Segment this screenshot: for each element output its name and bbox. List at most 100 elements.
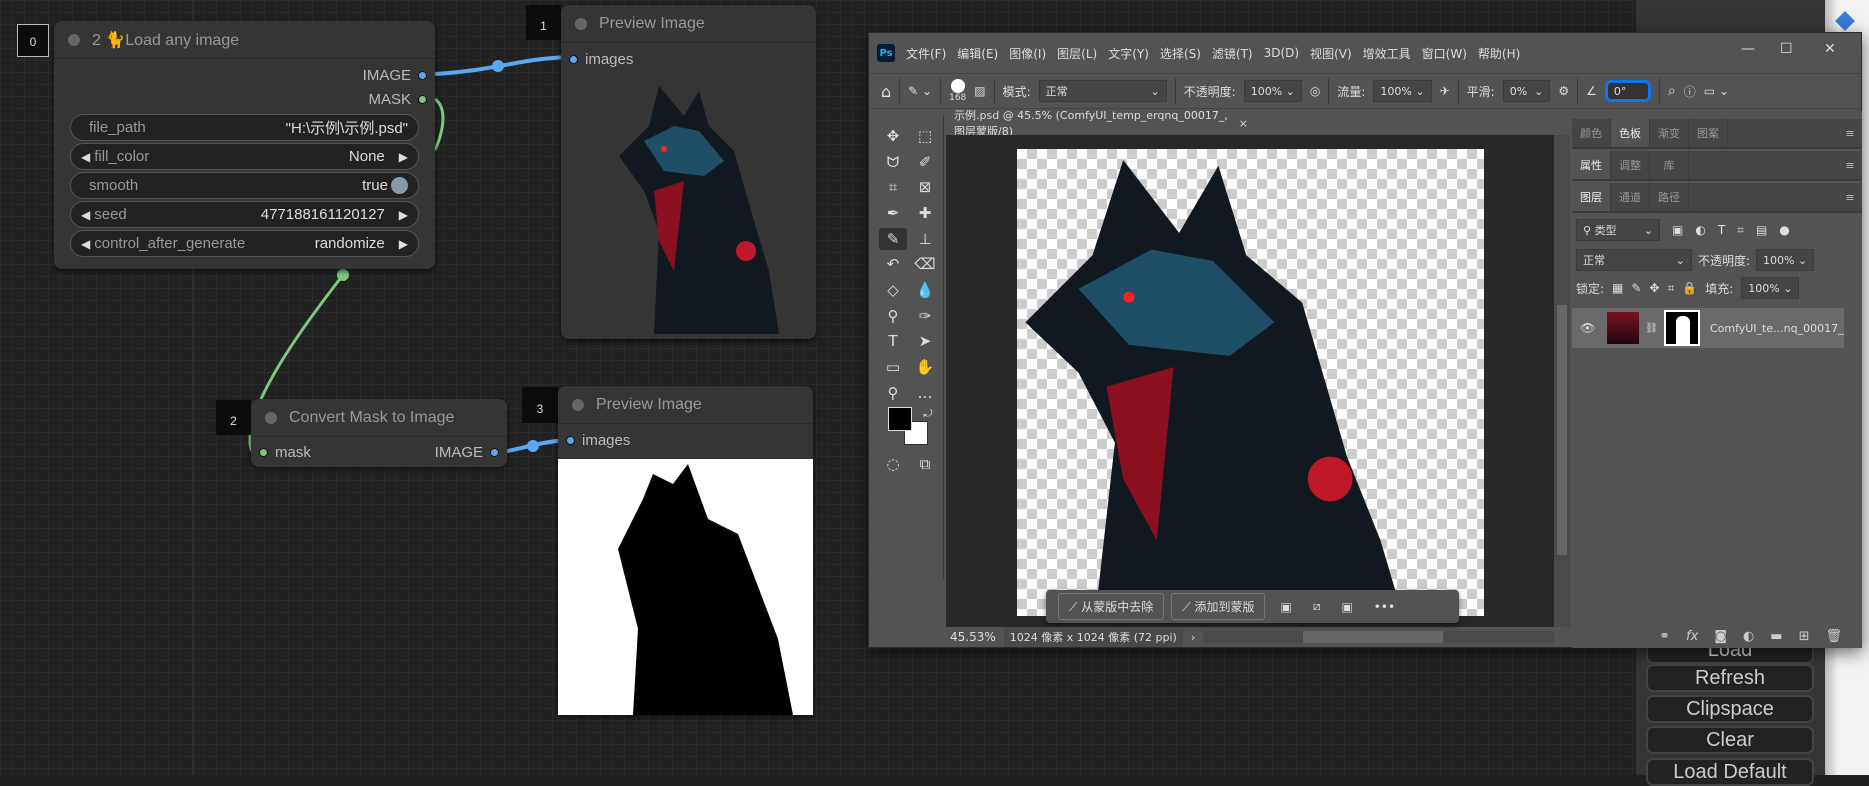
foreground-color-swatch[interactable] — [888, 407, 912, 431]
type-tool-icon[interactable]: T — [879, 330, 907, 352]
workspace-icon[interactable]: ▭ ⌄ — [1704, 84, 1729, 98]
maximize-icon[interactable]: ☐ — [1780, 41, 1793, 57]
menu-view[interactable]: 视图(V) — [1310, 45, 1352, 62]
toggle-knob[interactable] — [391, 177, 408, 194]
seed-widget[interactable]: ◀ seed 477188161120127 ▶ — [70, 201, 419, 228]
document-canvas[interactable]: ⟋ 从蒙版中去除 ⟋ 添加到蒙版 ▣ ⧄ ▣ ••• — [946, 135, 1554, 627]
load-default-button[interactable]: Load Default — [1646, 758, 1814, 786]
control-after-generate-widget[interactable]: ◀ control_after_generate randomize ▶ — [70, 230, 419, 257]
more-options-icon[interactable]: ••• — [1374, 600, 1395, 614]
new-group-icon[interactable]: ▬ — [1770, 629, 1782, 644]
preview-image-node-3[interactable]: Preview Image images — [558, 386, 813, 715]
more-tools-icon[interactable]: … — [911, 382, 939, 404]
home-icon[interactable]: ⌂ — [881, 82, 891, 101]
blend-mode-select[interactable]: 正常 ⌄ — [1576, 249, 1692, 271]
add-to-mask-button[interactable]: ⟋ 添加到蒙版 — [1171, 593, 1266, 620]
layer-style-fx-icon[interactable]: fx — [1686, 629, 1698, 644]
layer-row[interactable]: 👁 ⛓ ComfyUI_te...nq_00017_ — [1572, 308, 1844, 348]
photoshop-window[interactable]: Ps 文件(F) 编辑(E) 图像(I) 图层(L) 文字(Y) 选择(S) 滤… — [868, 32, 1862, 648]
brush-tool-icon[interactable]: ✎ — [879, 228, 907, 250]
opacity-input[interactable]: 100% ⌄ — [1243, 80, 1302, 102]
menu-file[interactable]: 文件(F) — [906, 45, 946, 62]
smoothing-settings-gear-icon[interactable]: ⚙ — [1558, 84, 1569, 98]
refresh-button[interactable]: Refresh — [1646, 664, 1814, 692]
tab-color[interactable]: 颜色 — [1572, 119, 1611, 147]
lock-image-icon[interactable]: ✎ — [1631, 281, 1641, 295]
tab-gradients[interactable]: 渐变 — [1650, 119, 1689, 147]
layer-opacity-input[interactable]: 100% ⌄ — [1756, 249, 1815, 271]
layer-mask-thumbnail[interactable] — [1663, 310, 1700, 346]
history-brush-tool-icon[interactable]: ↶ — [879, 253, 907, 275]
tab-patterns[interactable]: 图案 — [1689, 119, 1728, 147]
tab-adjustments[interactable]: 调整 — [1611, 151, 1650, 179]
flow-input[interactable]: 100% ⌄ — [1373, 80, 1432, 102]
increment-arrow-icon[interactable]: ▶ — [399, 208, 408, 222]
link-icon[interactable]: ⛓ — [1645, 323, 1658, 334]
fill-input[interactable]: 100% ⌄ — [1741, 277, 1800, 299]
decrement-arrow-icon[interactable]: ◀ — [81, 237, 90, 251]
tab-paths[interactable]: 路径 — [1650, 183, 1689, 211]
mask-properties-icon[interactable]: ▣ — [1280, 600, 1291, 614]
rectangle-tool-icon[interactable]: ▭ — [879, 356, 907, 378]
lock-transparent-icon[interactable]: ▦ — [1612, 281, 1623, 295]
lock-all-icon[interactable]: 🔒 — [1682, 281, 1697, 295]
crop-tool-icon[interactable]: ⌗ — [879, 176, 907, 198]
filter-shape-icon[interactable]: ⌗ — [1737, 223, 1744, 238]
mode-select[interactable]: 正常 ⌄ — [1038, 80, 1167, 102]
disable-mask-icon[interactable]: ⧄ — [1313, 599, 1321, 614]
move-tool-icon[interactable]: ✥ — [879, 125, 907, 147]
filter-smart-object-icon[interactable]: ▤ — [1756, 223, 1767, 237]
invert-mask-icon[interactable]: ▣ — [1341, 600, 1352, 614]
file-path-widget[interactable]: file_path "H:\示例\示例.psd" — [70, 114, 419, 141]
menu-filter[interactable]: 滤镜(T) — [1212, 45, 1253, 62]
visibility-eye-icon[interactable]: 👁 — [1580, 321, 1595, 335]
quick-selection-tool-icon[interactable]: ✐ — [911, 151, 939, 173]
menu-help[interactable]: 帮助(H) — [1478, 45, 1520, 62]
swap-colors-icon[interactable]: ⤾ — [914, 403, 942, 425]
close-tab-icon[interactable]: × — [1239, 117, 1248, 130]
menu-image[interactable]: 图像(I) — [1009, 45, 1046, 62]
menu-window[interactable]: 窗口(W) — [1422, 45, 1467, 62]
healing-brush-tool-icon[interactable]: ✚ — [911, 202, 939, 224]
zoom-tool-icon[interactable]: ⚲ — [879, 382, 907, 404]
preview-image-node-1[interactable]: Preview Image images — [561, 5, 816, 339]
fill-color-widget[interactable]: ◀ fill_color None ▶ — [70, 143, 419, 170]
filter-adjustment-icon[interactable]: ◐ — [1695, 223, 1705, 237]
tab-channels[interactable]: 通道 — [1611, 183, 1650, 211]
filter-type-icon[interactable]: T — [1718, 223, 1725, 237]
output-mask-slot[interactable] — [418, 95, 427, 104]
input-mask-slot[interactable] — [259, 448, 268, 457]
smoothing-input[interactable]: 0% ⌄ — [1502, 80, 1551, 102]
brush-settings-icon[interactable]: ▨ — [974, 84, 985, 98]
eyedropper-tool-icon[interactable]: ✒ — [879, 202, 907, 224]
decrement-arrow-icon[interactable]: ◀ — [81, 150, 90, 164]
screen-mode-icon[interactable]: ⧉ — [911, 453, 939, 475]
collapse-dot[interactable] — [68, 33, 80, 46]
eraser-tool-icon[interactable]: ⌫ — [911, 253, 939, 275]
zoom-level[interactable]: 45.53% — [950, 630, 996, 644]
menu-edit[interactable]: 编辑(E) — [957, 45, 998, 62]
new-layer-icon[interactable]: ⊞ — [1799, 629, 1810, 644]
menu-plugins[interactable]: 增效工具 — [1363, 45, 1411, 62]
clone-stamp-tool-icon[interactable]: ⊥ — [911, 228, 939, 250]
brush-tool-icon[interactable]: ✎ ⌄ — [908, 84, 932, 98]
link-layers-icon[interactable]: ⚭ — [1659, 629, 1670, 644]
pen-tool-icon[interactable]: ✑ — [911, 305, 939, 327]
paint-bucket-tool-icon[interactable]: ◇ — [879, 279, 907, 301]
search-icon[interactable]: ⌕ — [1668, 83, 1676, 99]
frame-tool-icon[interactable]: ⊠ — [911, 176, 939, 198]
output-image-slot[interactable] — [418, 71, 427, 80]
pressure-opacity-icon[interactable]: ◎ — [1310, 84, 1320, 98]
layer-filter-select[interactable]: ⚲ 类型 ⌄ — [1576, 219, 1660, 241]
panel-menu-icon[interactable]: ≡ — [1838, 183, 1862, 211]
clipspace-button[interactable]: Clipspace — [1646, 695, 1814, 723]
hand-tool-icon[interactable]: ✋ — [911, 356, 939, 378]
panel-menu-icon[interactable]: ≡ — [1838, 119, 1862, 147]
smooth-toggle-widget[interactable]: smooth true — [70, 172, 419, 199]
clear-button[interactable]: Clear — [1646, 726, 1814, 754]
add-mask-icon[interactable]: ◙ — [1714, 629, 1727, 644]
path-selection-tool-icon[interactable]: ➤ — [911, 330, 939, 352]
menu-type[interactable]: 文字(Y) — [1108, 45, 1149, 62]
document-tab[interactable]: 示例.psd @ 45.5% (ComfyUI_temp_erqnq_00017… — [946, 109, 1248, 138]
collapse-dot[interactable] — [572, 398, 584, 411]
